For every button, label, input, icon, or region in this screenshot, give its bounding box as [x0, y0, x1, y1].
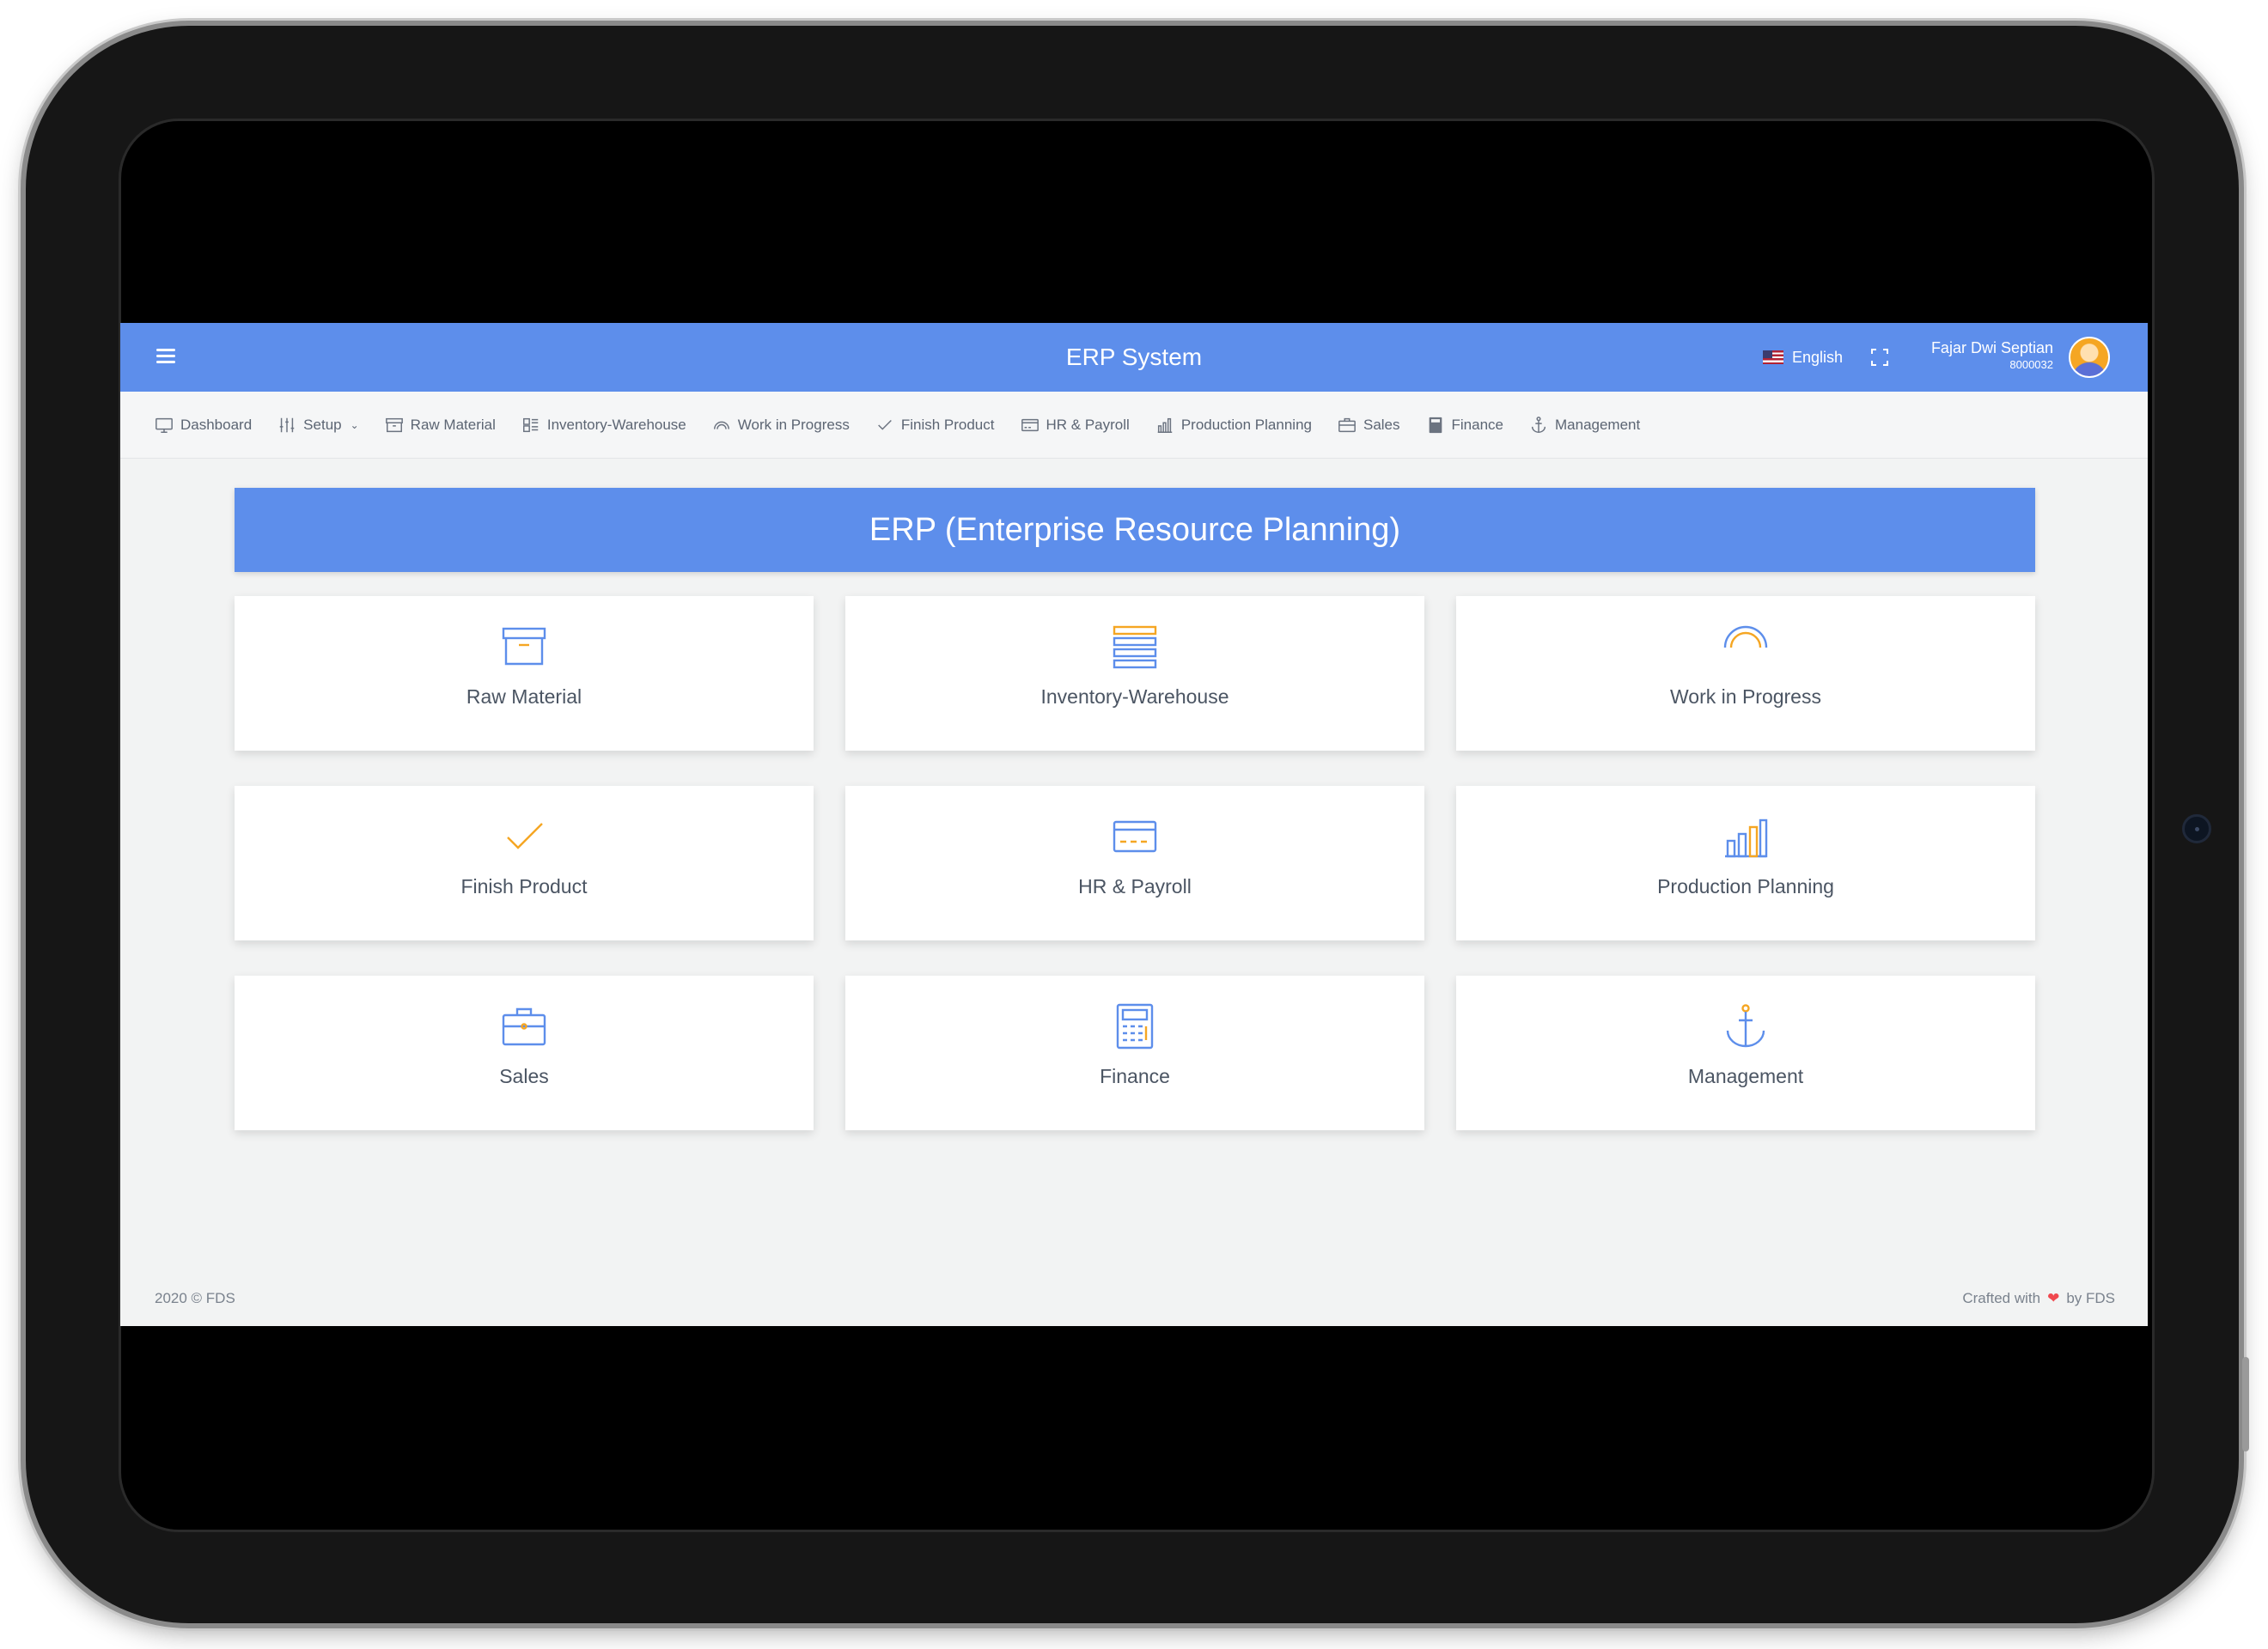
- page-title-banner: ERP (Enterprise Resource Planning): [235, 488, 2035, 572]
- camera-icon: [2182, 814, 2211, 843]
- anchor-icon: [1726, 1004, 1765, 1048]
- card-label: Inventory-Warehouse: [1040, 685, 1229, 708]
- user-id: 8000032: [2009, 358, 2053, 371]
- calculator-icon: [1116, 1003, 1154, 1050]
- card-management[interactable]: Management: [1456, 976, 2035, 1130]
- module-grid: Raw Material Inventory-Warehouse Work in…: [235, 596, 2035, 1130]
- card-inventory-warehouse[interactable]: Inventory-Warehouse: [845, 596, 1424, 751]
- nav-label: Setup: [303, 416, 342, 433]
- card-finance[interactable]: Finance: [845, 976, 1424, 1130]
- fullscreen-icon[interactable]: [1871, 349, 1888, 366]
- main-nav: Dashboard Setup ⌄ Raw Material Inventory…: [120, 392, 2148, 459]
- nav-label: Inventory-Warehouse: [546, 416, 686, 433]
- nav-label: Dashboard: [180, 416, 253, 433]
- credit-card-icon: [1021, 418, 1039, 431]
- nav-inventory-warehouse[interactable]: Inventory-Warehouse: [521, 416, 686, 435]
- nav-sales[interactable]: Sales: [1338, 416, 1400, 435]
- nav-management[interactable]: Management: [1529, 416, 1640, 435]
- card-sales[interactable]: Sales: [235, 976, 814, 1130]
- top-bar: ERP System English Fajar Dwi Septian 800…: [120, 323, 2148, 392]
- heart-icon: ❤: [2047, 1290, 2060, 1306]
- language-selector[interactable]: English: [1763, 345, 1843, 369]
- card-raw-material[interactable]: Raw Material: [235, 596, 814, 751]
- monitor-icon: [155, 417, 173, 433]
- nav-label: Finance: [1451, 416, 1503, 433]
- bar-chart-icon: [1725, 818, 1768, 858]
- calculator-icon: [1429, 417, 1442, 433]
- briefcase-icon: [502, 1007, 546, 1046]
- layers-icon: [522, 417, 539, 432]
- nav-label: Sales: [1363, 416, 1400, 433]
- language-label: English: [1792, 348, 1844, 366]
- nav-label: Work in Progress: [737, 416, 850, 433]
- app-title: ERP System: [1065, 344, 1203, 370]
- card-label: Finance: [1100, 1065, 1170, 1087]
- footer-crafted-suffix: by FDS: [2066, 1290, 2115, 1306]
- card-production-planning[interactable]: Production Planning: [1456, 786, 2035, 940]
- rainbow-icon: [1723, 625, 1768, 648]
- nav-label: Finish Product: [900, 416, 995, 433]
- nav-finance[interactable]: Finance: [1426, 416, 1503, 435]
- credit-card-icon: [1113, 820, 1157, 853]
- layers-icon: [1113, 625, 1157, 669]
- card-label: Raw Material: [466, 685, 582, 708]
- nav-raw-material[interactable]: Raw Material: [385, 416, 496, 435]
- nav-production-planning[interactable]: Production Planning: [1155, 416, 1312, 435]
- nav-hr-payroll[interactable]: HR & Payroll: [1021, 416, 1130, 435]
- nav-label: Raw Material: [410, 416, 496, 433]
- card-label: Production Planning: [1657, 875, 1834, 898]
- nav-work-in-progress[interactable]: Work in Progress: [712, 416, 850, 435]
- nav-finish-product[interactable]: Finish Product: [875, 416, 995, 435]
- nav-setup[interactable]: Setup ⌄: [277, 416, 359, 435]
- user-name: Fajar Dwi Septian: [1930, 339, 2053, 356]
- card-label: HR & Payroll: [1078, 875, 1192, 898]
- menu-icon[interactable]: [156, 349, 175, 364]
- briefcase-icon: [1338, 417, 1356, 432]
- avatar[interactable]: [2069, 337, 2110, 378]
- footer-credit: Crafted with ❤ by FDS: [1962, 1290, 2115, 1307]
- footer-crafted-prefix: Crafted with: [1962, 1290, 2041, 1306]
- archive-box-icon: [385, 417, 403, 432]
- side-button: [2242, 1357, 2249, 1451]
- check-icon: [877, 419, 892, 430]
- card-label: Management: [1687, 1065, 1804, 1087]
- user-info[interactable]: Fajar Dwi Septian 8000032: [1931, 338, 2053, 373]
- card-finish-product[interactable]: Finish Product: [235, 786, 814, 940]
- archive-box-icon: [502, 627, 546, 666]
- chevron-down-icon: ⌄: [350, 418, 359, 431]
- card-hr-payroll[interactable]: HR & Payroll: [845, 786, 1424, 940]
- app-screen: ERP System English Fajar Dwi Septian 800…: [120, 323, 2148, 1326]
- card-label: Sales: [499, 1065, 549, 1087]
- rainbow-icon: [713, 421, 729, 429]
- card-label: Work in Progress: [1670, 685, 1821, 708]
- anchor-icon: [1531, 416, 1546, 433]
- card-work-in-progress[interactable]: Work in Progress: [1456, 596, 2035, 751]
- sliders-icon: [279, 417, 295, 432]
- nav-dashboard[interactable]: Dashboard: [155, 416, 252, 435]
- card-label: Finish Product: [460, 875, 588, 898]
- nav-label: HR & Payroll: [1046, 416, 1130, 433]
- nav-label: Management: [1555, 416, 1641, 433]
- us-flag-icon: [1763, 350, 1783, 364]
- nav-label: Production Planning: [1180, 416, 1312, 433]
- footer-copyright: 2020 © FDS: [155, 1290, 235, 1306]
- bar-chart-icon: [1157, 417, 1173, 433]
- check-icon: [507, 823, 543, 849]
